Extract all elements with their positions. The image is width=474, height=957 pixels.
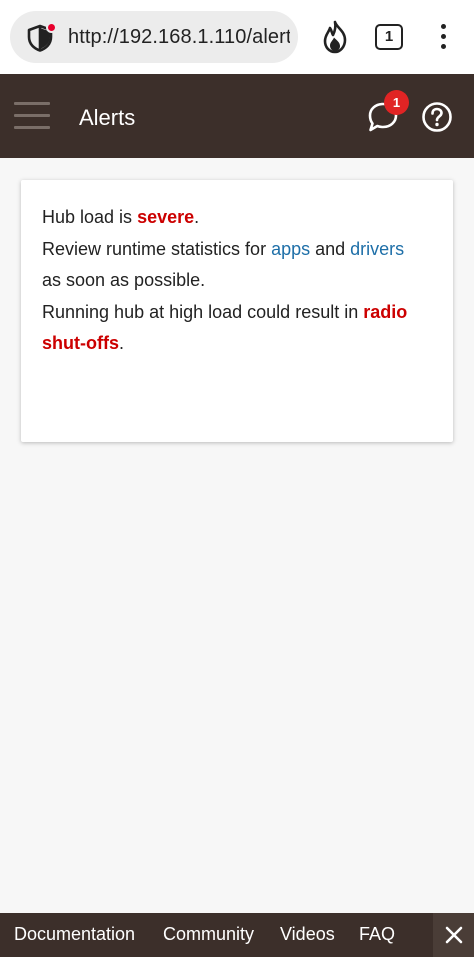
videos-link[interactable]: Videos	[280, 924, 335, 945]
address-bar[interactable]: http://192.168.1.110/alerts	[10, 11, 298, 63]
alert-card: Hub load is severe. Review runtime stati…	[21, 180, 453, 442]
faq-link[interactable]: FAQ	[359, 924, 395, 945]
alert-message: Hub load is severe. Review runtime stati…	[42, 202, 442, 360]
alert-line-asap: as soon as possible.	[42, 270, 206, 290]
close-icon	[445, 926, 463, 944]
alert-text-segment: .	[118, 333, 124, 353]
url-text[interactable]: http://192.168.1.110/alerts	[68, 26, 290, 49]
alert-text-segment: and	[310, 238, 351, 259]
page-title: Alerts	[79, 105, 136, 130]
severity-label: severe	[137, 207, 195, 227]
help-icon[interactable]	[421, 101, 453, 133]
alert-text-segment: Hub load is	[42, 207, 138, 227]
alert-line-load: Hub load is severe.	[42, 202, 442, 234]
documentation-link[interactable]: Documentation	[14, 924, 135, 945]
community-link[interactable]: Community	[163, 924, 254, 945]
hamburger-menu-icon[interactable]	[14, 101, 50, 131]
alert-line-risk: Running hub at high load could result in…	[42, 297, 442, 360]
alert-text-segment: .	[194, 207, 200, 227]
alert-text-segment: Running hub at high load could result in	[42, 301, 364, 322]
close-bar-button[interactable]	[433, 913, 474, 957]
drivers-link[interactable]: drivers	[350, 239, 404, 259]
apps-link[interactable]: apps	[271, 239, 310, 259]
notification-badge[interactable]: 1	[384, 90, 409, 115]
fire-icon[interactable]	[319, 20, 351, 54]
bottom-link-bar: Documentation Community Videos FAQ	[0, 913, 474, 957]
overflow-menu-icon[interactable]	[436, 23, 452, 51]
browser-toolbar: http://192.168.1.110/alerts 1	[0, 0, 474, 74]
app-header: Alerts 1	[0, 74, 474, 158]
alert-line-review: Review runtime statistics for apps and d…	[42, 234, 442, 266]
tab-switcher-button[interactable]: 1	[375, 24, 403, 50]
privacy-indicator-dot	[46, 22, 57, 33]
alert-text-segment: Review runtime statistics for	[42, 238, 272, 259]
